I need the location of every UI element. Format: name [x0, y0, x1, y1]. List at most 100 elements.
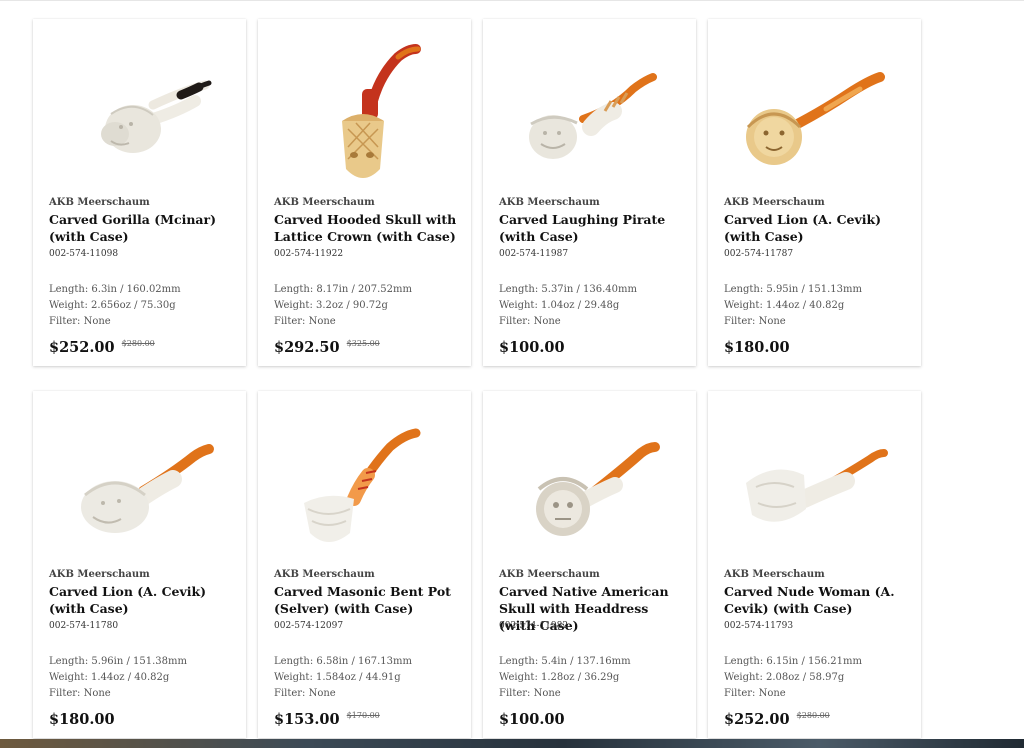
product-grid: AKB Meerschaum Carved Gorilla (Mcinar) (…: [33, 19, 921, 738]
current-price: $292.50: [274, 339, 340, 356]
spec-length: Length: 6.58in / 167.13mm: [274, 656, 412, 667]
product-sku: 002-574-11982: [499, 621, 569, 631]
product-image[interactable]: [258, 19, 471, 194]
current-price: $153.00: [274, 711, 340, 728]
product-specs: Length: 5.4in / 137.16mm Weight: 1.28oz …: [499, 654, 631, 702]
price-row: $100.00: [499, 337, 567, 356]
product-title[interactable]: Carved Nude Woman (A. Cevik) (with Case): [724, 583, 910, 617]
product-sku: 002-574-11787: [724, 249, 794, 259]
spec-weight: Weight: 1.28oz / 36.29g: [499, 672, 620, 683]
product-image[interactable]: [33, 19, 246, 194]
product-specs: Length: 6.15in / 156.21mm Weight: 2.08oz…: [724, 654, 862, 702]
product-sku: 002-574-11793: [724, 621, 794, 631]
product-specs: Length: 5.37in / 136.40mm Weight: 1.04oz…: [499, 282, 637, 330]
product-title[interactable]: Carved Gorilla (Mcinar) (with Case): [49, 211, 235, 245]
brand-label: AKB Meerschaum: [49, 197, 150, 208]
product-specs: Length: 6.58in / 167.13mm Weight: 1.584o…: [274, 654, 412, 702]
product-sku: 002-574-11987: [499, 249, 569, 259]
spec-filter: Filter: None: [724, 688, 786, 699]
top-divider: [0, 0, 1024, 1]
spec-length: Length: 5.37in / 136.40mm: [499, 284, 637, 295]
original-price: $170.00: [346, 711, 380, 720]
product-card[interactable]: AKB Meerschaum Carved Nude Woman (A. Cev…: [708, 391, 921, 738]
product-specs: Length: 6.3in / 160.02mm Weight: 2.656oz…: [49, 282, 181, 330]
brand-label: AKB Meerschaum: [274, 569, 375, 580]
product-image[interactable]: [483, 19, 696, 194]
spec-length: Length: 6.15in / 156.21mm: [724, 656, 862, 667]
brand-label: AKB Meerschaum: [274, 197, 375, 208]
product-specs: Length: 8.17in / 207.52mm Weight: 3.2oz …: [274, 282, 412, 330]
product-card[interactable]: AKB Meerschaum Carved Lion (A. Cevik) (w…: [33, 391, 246, 738]
spec-filter: Filter: None: [49, 316, 111, 327]
product-image[interactable]: [33, 391, 246, 566]
price-row: $153.00 $170.00: [274, 709, 380, 728]
spec-weight: Weight: 1.04oz / 29.48g: [499, 300, 620, 311]
pipe-image: [81, 444, 214, 533]
product-specs: Length: 5.96in / 151.38mm Weight: 1.44oz…: [49, 654, 187, 702]
original-price: $280.00: [796, 711, 830, 720]
spec-weight: Weight: 2.08oz / 58.97g: [724, 672, 845, 683]
product-title[interactable]: Carved Masonic Bent Pot (Selver) (with C…: [274, 583, 460, 617]
pipe-image: [304, 428, 421, 542]
current-price: $180.00: [724, 339, 790, 356]
spec-weight: Weight: 3.2oz / 90.72g: [274, 300, 388, 311]
product-card[interactable]: AKB Meerschaum Carved Laughing Pirate (w…: [483, 19, 696, 366]
product-sku: 002-574-11098: [49, 249, 119, 259]
current-price: $100.00: [499, 339, 565, 356]
pipe-image: [746, 449, 888, 522]
spec-filter: Filter: None: [274, 316, 336, 327]
product-card[interactable]: AKB Meerschaum Carved Native American Sk…: [483, 391, 696, 738]
product-title[interactable]: Carved Lion (A. Cevik) (with Case): [724, 211, 910, 245]
product-image[interactable]: [708, 19, 921, 194]
product-image[interactable]: [258, 391, 471, 566]
spec-length: Length: 8.17in / 207.52mm: [274, 284, 412, 295]
product-card[interactable]: AKB Meerschaum Carved Gorilla (Mcinar) (…: [33, 19, 246, 366]
spec-filter: Filter: None: [49, 688, 111, 699]
brand-label: AKB Meerschaum: [499, 197, 600, 208]
product-specs: Length: 5.95in / 151.13mm Weight: 1.44oz…: [724, 282, 862, 330]
spec-length: Length: 5.95in / 151.13mm: [724, 284, 862, 295]
spec-weight: Weight: 2.656oz / 75.30g: [49, 300, 176, 311]
price-row: $292.50 $325.00: [274, 337, 380, 356]
current-price: $180.00: [49, 711, 115, 728]
pipe-image: [101, 80, 212, 153]
spec-weight: Weight: 1.44oz / 40.82g: [724, 300, 845, 311]
brand-label: AKB Meerschaum: [49, 569, 150, 580]
price-row: $180.00: [49, 709, 117, 728]
spec-length: Length: 5.96in / 151.38mm: [49, 656, 187, 667]
brand-label: AKB Meerschaum: [724, 197, 825, 208]
current-price: $252.00: [724, 711, 790, 728]
pipe-image: [746, 72, 885, 165]
price-row: $252.00 $280.00: [49, 337, 155, 356]
current-price: $100.00: [499, 711, 565, 728]
original-price: $280.00: [121, 339, 155, 348]
spec-length: Length: 5.4in / 137.16mm: [499, 656, 631, 667]
product-title[interactable]: Carved Laughing Pirate (with Case): [499, 211, 685, 245]
product-title[interactable]: Carved Lion (A. Cevik) (with Case): [49, 583, 235, 617]
product-sku: 002-574-11922: [274, 249, 344, 259]
spec-weight: Weight: 1.44oz / 40.82g: [49, 672, 170, 683]
original-price: $325.00: [346, 339, 380, 348]
spec-weight: Weight: 1.584oz / 44.91g: [274, 672, 401, 683]
spec-length: Length: 6.3in / 160.02mm: [49, 284, 181, 295]
price-row: $100.00: [499, 709, 567, 728]
current-price: $252.00: [49, 339, 115, 356]
pipe-image: [529, 73, 657, 159]
page-bottom-edge: [0, 739, 1024, 748]
product-card[interactable]: AKB Meerschaum Carved Hooded Skull with …: [258, 19, 471, 366]
price-row: $252.00 $280.00: [724, 709, 830, 728]
product-card[interactable]: AKB Meerschaum Carved Lion (A. Cevik) (w…: [708, 19, 921, 366]
product-image[interactable]: [708, 391, 921, 566]
spec-filter: Filter: None: [274, 688, 336, 699]
spec-filter: Filter: None: [499, 688, 561, 699]
product-card[interactable]: AKB Meerschaum Carved Masonic Bent Pot (…: [258, 391, 471, 738]
product-sku: 002-574-12097: [274, 621, 344, 631]
spec-filter: Filter: None: [499, 316, 561, 327]
spec-filter: Filter: None: [724, 316, 786, 327]
brand-label: AKB Meerschaum: [499, 569, 600, 580]
brand-label: AKB Meerschaum: [724, 569, 825, 580]
price-row: $180.00: [724, 337, 792, 356]
pipe-image: [536, 442, 660, 536]
product-title[interactable]: Carved Hooded Skull with Lattice Crown (…: [274, 211, 460, 245]
product-image[interactable]: [483, 391, 696, 566]
